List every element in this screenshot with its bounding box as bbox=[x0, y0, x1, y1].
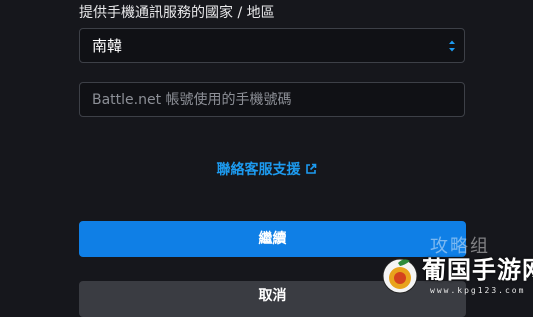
contact-support-label: 聯絡客服支援 bbox=[216, 162, 301, 178]
grape-logo-icon bbox=[382, 258, 418, 294]
country-label: 提供手機通訊服務的國家 / 地區 bbox=[79, 5, 275, 21]
contact-support-link[interactable]: 聯絡客服支援 bbox=[0, 160, 533, 180]
watermark-url: www.kpg123.com bbox=[430, 286, 526, 295]
country-select-value: 南韓 bbox=[92, 37, 123, 55]
external-link-icon bbox=[305, 163, 316, 174]
watermark-title: 葡国手游网 bbox=[422, 255, 533, 284]
continue-button[interactable]: 繼續 bbox=[79, 221, 466, 257]
phone-number-field[interactable] bbox=[79, 82, 465, 117]
up-down-arrows-icon bbox=[449, 40, 455, 52]
phone-number-input[interactable] bbox=[80, 83, 464, 116]
country-select[interactable]: 南韓 bbox=[79, 28, 465, 63]
